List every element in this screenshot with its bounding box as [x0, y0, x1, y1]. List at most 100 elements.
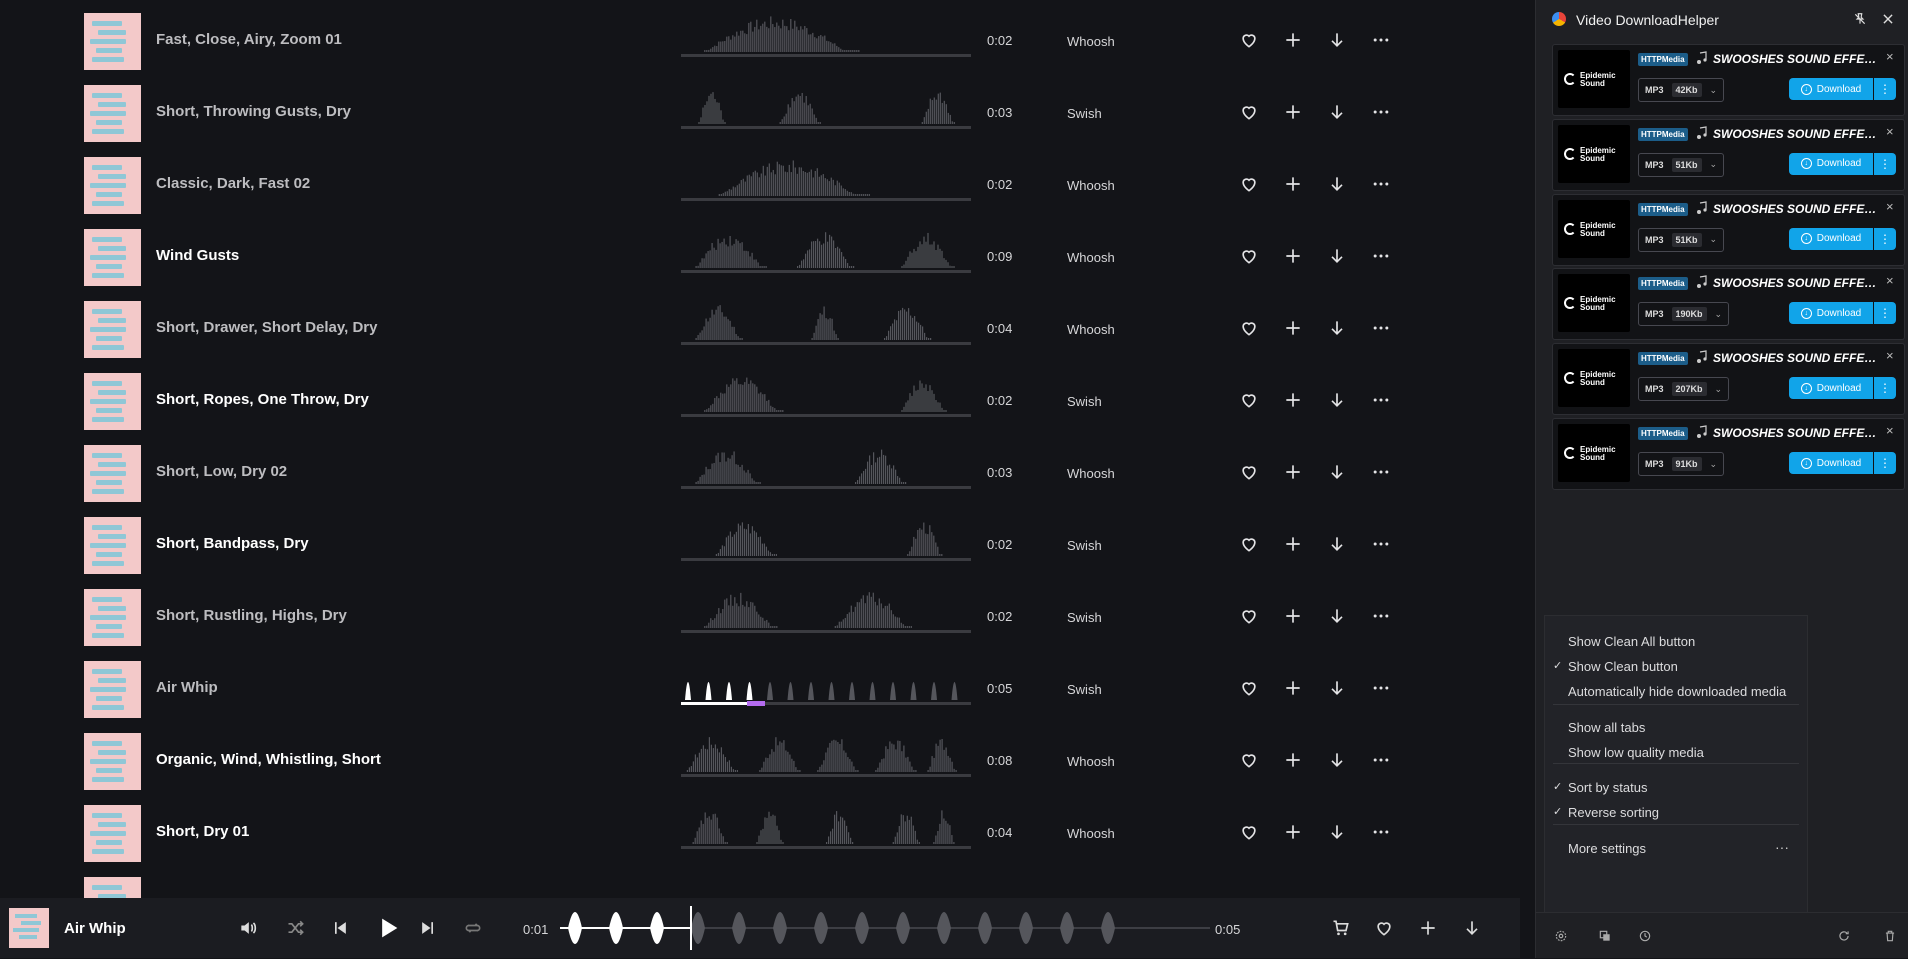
track-thumbnail[interactable]: [84, 733, 141, 790]
plus-icon[interactable]: [1280, 315, 1306, 341]
plus-icon[interactable]: [1280, 531, 1306, 557]
track-title[interactable]: Short, Ropes, One Throw, Dry: [156, 391, 369, 408]
shuffle-icon[interactable]: [282, 914, 310, 942]
plus-icon[interactable]: [1280, 675, 1306, 701]
heart-icon[interactable]: [1236, 27, 1262, 53]
more-dots-icon[interactable]: [1368, 387, 1394, 413]
download-options-button[interactable]: ⋮: [1874, 302, 1896, 325]
menu-item[interactable]: Show Clean All button: [1545, 628, 1807, 654]
heart-icon[interactable]: [1236, 99, 1262, 125]
plus-icon[interactable]: [1414, 914, 1442, 942]
track-category[interactable]: Whoosh: [1067, 826, 1115, 841]
track-row[interactable]: Fast, Close, Airy, Zoom 01 0:02 Whoosh: [0, 0, 1533, 72]
download-options-button[interactable]: ⋮: [1874, 377, 1896, 400]
track-row[interactable]: Organic, Wind, Whistling, Short 0:08 Whoos…: [0, 720, 1533, 792]
track-category[interactable]: Whoosh: [1067, 178, 1115, 193]
download-arrow-icon[interactable]: [1324, 387, 1350, 413]
player-waveform[interactable]: [560, 904, 1210, 952]
track-thumbnail[interactable]: [84, 373, 141, 430]
plus-icon[interactable]: [1280, 243, 1306, 269]
plus-icon[interactable]: [1280, 747, 1306, 773]
menu-item[interactable]: Automatically hide downloaded media: [1545, 678, 1807, 704]
track-category[interactable]: Swish: [1067, 538, 1102, 553]
heart-icon[interactable]: [1236, 459, 1262, 485]
plus-icon[interactable]: [1280, 99, 1306, 125]
track-category[interactable]: Whoosh: [1067, 250, 1115, 265]
track-waveform[interactable]: [681, 16, 971, 58]
format-select[interactable]: MP3 51Kb ⌄: [1638, 152, 1725, 177]
download-options-button[interactable]: ⋮: [1874, 452, 1896, 474]
more-dots-icon[interactable]: [1368, 315, 1394, 341]
copy-icon[interactable]: [1596, 927, 1614, 945]
more-dots-icon[interactable]: [1368, 27, 1394, 53]
format-select[interactable]: MP3 190Kb ⌄: [1638, 302, 1730, 327]
more-dots-icon[interactable]: [1368, 243, 1394, 269]
more-dots-icon[interactable]: [1368, 675, 1394, 701]
cart-icon[interactable]: [1327, 914, 1355, 942]
remove-item-icon[interactable]: ×: [1886, 199, 1898, 214]
download-arrow-icon[interactable]: [1324, 819, 1350, 845]
download-arrow-icon[interactable]: [1324, 531, 1350, 557]
track-row[interactable]: Short, Bandpass, Dry 0:02 Swish: [0, 504, 1533, 576]
download-arrow-icon[interactable]: [1324, 243, 1350, 269]
heart-icon[interactable]: [1236, 603, 1262, 629]
track-category[interactable]: Whoosh: [1067, 34, 1115, 49]
track-row[interactable]: Short, Throwing Gusts, Dry 0:03 Swish: [0, 72, 1533, 144]
remove-item-icon[interactable]: ×: [1886, 274, 1898, 288]
download-button[interactable]: ↓ Download: [1789, 302, 1873, 325]
remove-item-icon[interactable]: ×: [1886, 50, 1898, 64]
track-thumbnail[interactable]: [84, 301, 141, 358]
track-thumbnail[interactable]: [84, 13, 141, 70]
plus-icon[interactable]: [1280, 171, 1306, 197]
track-row[interactable]: Short, Drawer, Short Delay, Dry 0:04 Whoos…: [0, 288, 1533, 360]
track-thumbnail[interactable]: [84, 517, 141, 574]
download-button[interactable]: ↓ Download: [1789, 227, 1873, 250]
plus-icon[interactable]: [1280, 459, 1306, 485]
download-arrow-icon[interactable]: [1324, 171, 1350, 197]
download-arrow-icon[interactable]: [1324, 603, 1350, 629]
track-category[interactable]: Whoosh: [1067, 466, 1115, 481]
track-row[interactable]: Short, Rustling, Highs, Dry 0:02 Swish: [0, 576, 1533, 648]
heart-icon[interactable]: [1236, 315, 1262, 341]
more-dots-icon[interactable]: [1368, 531, 1394, 557]
track-thumbnail[interactable]: [84, 157, 141, 214]
more-dots-icon[interactable]: [1368, 171, 1394, 197]
track-thumbnail[interactable]: [84, 85, 141, 142]
track-title[interactable]: Short, Throwing Gusts, Dry: [156, 103, 351, 120]
track-row[interactable]: Classic, Dark, Fast 02 0:02 Whoosh: [0, 144, 1533, 216]
track-category[interactable]: Swish: [1067, 610, 1102, 625]
volume-icon[interactable]: [234, 914, 262, 942]
track-waveform[interactable]: [681, 448, 971, 490]
download-button[interactable]: ↓ Download: [1789, 377, 1873, 400]
track-title[interactable]: Organic, Wind, Whistling, Short: [156, 751, 381, 768]
track-waveform[interactable]: [681, 664, 971, 706]
heart-icon[interactable]: [1236, 675, 1262, 701]
more-dots-icon[interactable]: [1368, 603, 1394, 629]
format-select[interactable]: MP3 42Kb ⌄: [1638, 78, 1725, 102]
plus-icon[interactable]: [1280, 819, 1306, 845]
more-dots-icon[interactable]: [1368, 459, 1394, 485]
track-row[interactable]: Short, Dry 01 0:04 Whoosh: [0, 792, 1533, 864]
settings-gear-icon[interactable]: [1552, 927, 1570, 945]
track-waveform[interactable]: [681, 592, 971, 634]
play-icon[interactable]: [370, 910, 406, 946]
more-dots-icon[interactable]: [1368, 819, 1394, 845]
track-title[interactable]: Short, Low, Dry 02: [156, 463, 287, 480]
format-select[interactable]: MP3 91Kb ⌄: [1638, 452, 1725, 476]
trash-icon[interactable]: [1881, 927, 1899, 945]
remove-item-icon[interactable]: ×: [1886, 349, 1898, 363]
track-row[interactable]: Short, Low, Dry 02 0:03 Whoosh: [0, 432, 1533, 504]
heart-icon[interactable]: [1236, 243, 1262, 269]
track-thumbnail[interactable]: [84, 445, 141, 502]
track-row[interactable]: Short, Ropes, One Throw, Dry 0:02 Swish: [0, 360, 1533, 432]
format-select[interactable]: MP3 51Kb ⌄: [1638, 227, 1725, 252]
download-arrow-icon[interactable]: [1458, 914, 1486, 942]
download-arrow-icon[interactable]: [1324, 99, 1350, 125]
download-arrow-icon[interactable]: [1324, 747, 1350, 773]
track-category[interactable]: Swish: [1067, 682, 1102, 697]
menu-item[interactable]: Show all tabs: [1545, 714, 1807, 740]
heart-icon[interactable]: [1236, 531, 1262, 557]
refresh-icon[interactable]: [1835, 927, 1853, 945]
heart-icon[interactable]: [1236, 747, 1262, 773]
track-thumbnail[interactable]: [84, 661, 141, 718]
